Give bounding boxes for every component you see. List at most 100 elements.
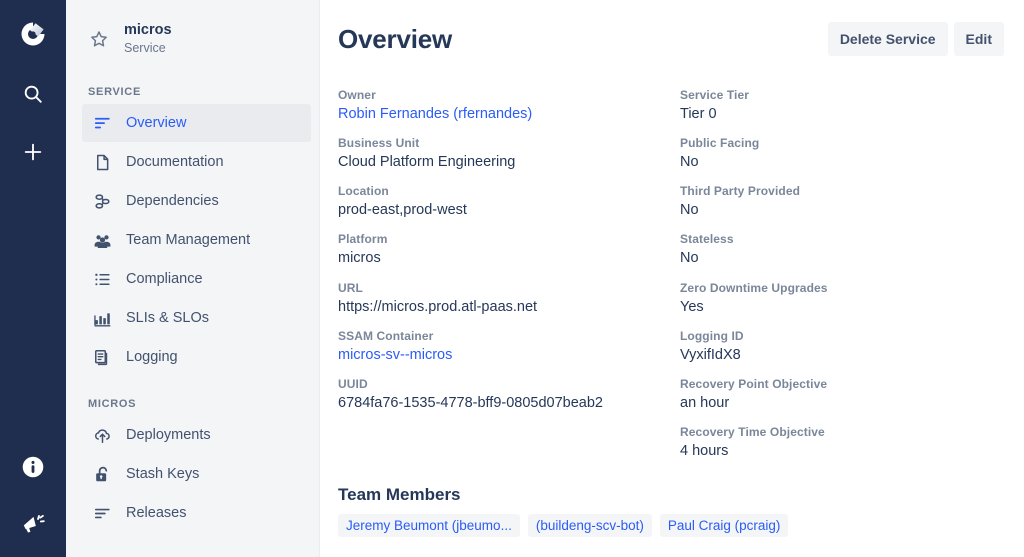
detail-field-value: No bbox=[680, 153, 1004, 171]
releases-icon bbox=[92, 503, 112, 523]
detail-field: Logging ID VyxifIdX8 bbox=[680, 329, 1004, 364]
rail-bottom-group bbox=[0, 447, 66, 543]
detail-field-label: Third Party Provided bbox=[680, 184, 1004, 198]
detail-field-value: Cloud Platform Engineering bbox=[338, 153, 680, 171]
detail-column-left: Owner Robin Fernandes (rfernandes) Busines… bbox=[338, 88, 680, 473]
product-sidebar: micros Service SERVICE Overview Documentat… bbox=[66, 0, 320, 557]
sidebar-item-releases[interactable]: Releases bbox=[82, 494, 311, 532]
plus-icon[interactable] bbox=[13, 132, 53, 172]
detail-field: Owner Robin Fernandes (rfernandes) bbox=[338, 88, 680, 123]
logs-icon bbox=[92, 347, 112, 367]
edit-button[interactable]: Edit bbox=[954, 22, 1004, 56]
sidebar-item-logging[interactable]: Logging bbox=[82, 338, 311, 376]
sidebar-item-label: Team Management bbox=[126, 232, 250, 248]
detail-field-label: Business Unit bbox=[338, 136, 680, 150]
detail-field: Locationprod-east,prod-west bbox=[338, 184, 680, 219]
sidebar-item-label: Documentation bbox=[126, 154, 224, 170]
detail-field-label: Recovery Point Objective bbox=[680, 377, 1004, 391]
sidebar-item-overview[interactable]: Overview bbox=[82, 104, 311, 142]
sidebar-item-compliance[interactable]: Compliance bbox=[82, 260, 311, 298]
detail-field: SSAM Container micros-sv--micros bbox=[338, 329, 680, 364]
delete-service-button[interactable]: Delete Service bbox=[828, 22, 948, 56]
sidebar-section-label: SERVICE bbox=[66, 86, 319, 98]
sidebar-sections: SERVICE Overview Documentation Dependencies… bbox=[66, 64, 319, 533]
sidebar-item-dependencies[interactable]: Dependencies bbox=[82, 182, 311, 220]
page-header: Overview Delete Service Edit bbox=[338, 18, 1004, 56]
detail-field-value: No bbox=[680, 249, 1004, 267]
search-icon[interactable] bbox=[13, 74, 53, 114]
sidebar-entity-name: micros bbox=[124, 22, 172, 39]
detail-field-label: Service Tier bbox=[680, 88, 1004, 102]
unlock-icon bbox=[92, 464, 112, 484]
detail-field: Platform micros bbox=[338, 232, 680, 267]
sidebar-entity-header[interactable]: micros Service bbox=[66, 14, 319, 64]
bar-chart-icon bbox=[92, 308, 112, 328]
detail-field: Recovery Point Objective an hour bbox=[680, 377, 1004, 412]
detail-field-value: Yes bbox=[680, 298, 1004, 316]
detail-field-label: URL bbox=[338, 281, 680, 295]
service-detail-grid: Owner Robin Fernandes (rfernandes) Busines… bbox=[338, 88, 1004, 473]
page-title: Overview bbox=[338, 24, 452, 55]
sidebar-item-label: SLIs & SLOs bbox=[126, 310, 209, 326]
detail-field-value: micros bbox=[338, 249, 680, 267]
main-content: Overview Delete Service Edit Owner Robin … bbox=[320, 0, 1024, 557]
detail-field-label: Public Facing bbox=[680, 136, 1004, 150]
megaphone-icon[interactable] bbox=[13, 503, 53, 543]
overview-icon bbox=[92, 113, 112, 133]
sidebar-item-stash-keys[interactable]: Stash Keys bbox=[82, 455, 311, 493]
team-member-chip[interactable]: Paul Craig (pcraig) bbox=[660, 514, 789, 537]
detail-field-value[interactable]: micros-sv--micros bbox=[338, 346, 680, 364]
sidebar-entity-type: Service bbox=[124, 41, 172, 56]
cloud-upload-icon bbox=[92, 425, 112, 445]
dependencies-icon bbox=[92, 191, 112, 211]
team-member-chip[interactable]: (buildeng-scv-bot) bbox=[528, 514, 652, 537]
star-icon[interactable] bbox=[88, 28, 110, 50]
sidebar-item-documentation[interactable]: Documentation bbox=[82, 143, 311, 181]
detail-field-value: No bbox=[680, 201, 1004, 219]
sidebar-item-label: Dependencies bbox=[126, 193, 219, 209]
sidebar-section-label: MICROS bbox=[66, 398, 319, 410]
detail-field-value: https://micros.prod.atl-paas.net bbox=[338, 298, 680, 316]
detail-column-right: Service TierTier 0Public FacingNoThird P… bbox=[680, 88, 1004, 473]
detail-field: StatelessNo bbox=[680, 232, 1004, 267]
sidebar-item-label: Overview bbox=[126, 115, 186, 131]
detail-field: Zero Downtime UpgradesYes bbox=[680, 281, 1004, 316]
detail-field-label: Platform bbox=[338, 232, 680, 246]
header-actions: Delete Service Edit bbox=[828, 22, 1004, 56]
app-root: micros Service SERVICE Overview Documentat… bbox=[0, 0, 1024, 557]
rail-top-group bbox=[11, 12, 55, 172]
detail-field-value: Tier 0 bbox=[680, 105, 1004, 123]
micros-compass-logo-icon[interactable] bbox=[11, 12, 55, 56]
team-members-title: Team Members bbox=[338, 485, 1004, 505]
detail-field-label: Logging ID bbox=[680, 329, 1004, 343]
detail-field: Third Party Provided No bbox=[680, 184, 1004, 219]
detail-field-label: Recovery Time Objective bbox=[680, 425, 1004, 439]
sidebar-item-label: Logging bbox=[126, 349, 178, 365]
detail-field: Service Tier Tier 0 bbox=[680, 88, 1004, 123]
detail-field-value[interactable]: Robin Fernandes (rfernandes) bbox=[338, 105, 680, 123]
checklist-icon bbox=[92, 269, 112, 289]
detail-field-label: SSAM Container bbox=[338, 329, 680, 343]
sidebar-item-label: Releases bbox=[126, 505, 186, 521]
detail-field-label: UUID bbox=[338, 377, 680, 391]
sidebar-item-deployments[interactable]: Deployments bbox=[82, 416, 311, 454]
info-icon[interactable] bbox=[13, 447, 53, 487]
sidebar-item-label: Deployments bbox=[126, 427, 211, 443]
detail-field-value: 4 hours bbox=[680, 442, 1004, 460]
team-members-list: Jeremy Beumont (jbeumo... (buildeng-scv-b… bbox=[338, 514, 1004, 537]
detail-field: Recovery Time Objective 4 hours bbox=[680, 425, 1004, 460]
detail-field-label: Location bbox=[338, 184, 680, 198]
detail-field: UUID6784fa76-1535-4778-bff9-0805d07beab2 bbox=[338, 377, 680, 412]
sidebar-item-label: Stash Keys bbox=[126, 466, 199, 482]
sidebar-item-team-management[interactable]: Team Management bbox=[82, 221, 311, 259]
detail-field-label: Owner bbox=[338, 88, 680, 102]
sidebar-item-slis-slos[interactable]: SLIs & SLOs bbox=[82, 299, 311, 337]
detail-field-value: an hour bbox=[680, 394, 1004, 412]
detail-field: URL https://micros.prod.atl-paas.net bbox=[338, 281, 680, 316]
detail-field: Business Unit Cloud Platform Engineering bbox=[338, 136, 680, 171]
team-members-section: Team Members Jeremy Beumont (jbeumo... (b… bbox=[338, 485, 1004, 537]
global-nav-rail bbox=[0, 0, 66, 557]
detail-field-value: VyxifIdX8 bbox=[680, 346, 1004, 364]
team-member-chip[interactable]: Jeremy Beumont (jbeumo... bbox=[338, 514, 520, 537]
people-icon bbox=[92, 230, 112, 250]
